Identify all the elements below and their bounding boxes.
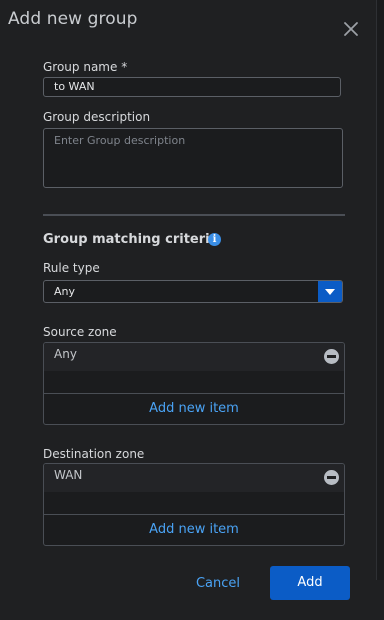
source-zone-list: Any Add new item xyxy=(43,342,345,425)
chevron-down-icon[interactable] xyxy=(318,281,342,302)
group-name-label: Group name * xyxy=(43,60,128,74)
remove-icon[interactable] xyxy=(324,470,339,485)
source-zone-add-button[interactable]: Add new item xyxy=(44,393,344,424)
destination-zone-label: Destination zone xyxy=(43,447,145,461)
rule-type-value: Any xyxy=(54,285,76,298)
source-zone-label: Source zone xyxy=(43,325,117,339)
dialog-scrollbar[interactable] xyxy=(376,0,384,580)
destination-zone-list: WAN Add new item xyxy=(43,463,345,546)
group-name-input[interactable]: to WAN xyxy=(43,77,341,97)
remove-icon[interactable] xyxy=(324,349,339,364)
destination-zone-item-label: WAN xyxy=(54,468,83,482)
info-icon[interactable]: i xyxy=(208,233,221,246)
destination-zone-item: WAN xyxy=(44,464,344,492)
cancel-button[interactable]: Cancel xyxy=(186,567,250,600)
criteria-title: Group matching criteria xyxy=(43,232,219,247)
group-description-textarea[interactable]: Enter Group description xyxy=(43,128,343,188)
destination-zone-add-button[interactable]: Add new item xyxy=(44,514,344,545)
group-description-label: Group description xyxy=(43,110,151,124)
dialog-title: Add new group xyxy=(8,9,138,29)
add-button[interactable]: Add xyxy=(270,566,350,600)
source-zone-item: Any xyxy=(44,343,344,371)
rule-type-select[interactable]: Any xyxy=(43,280,343,303)
close-icon[interactable] xyxy=(342,20,360,38)
rule-type-label: Rule type xyxy=(43,261,100,275)
source-zone-item-label: Any xyxy=(54,347,77,361)
section-divider xyxy=(43,214,345,216)
add-group-dialog: Add new group Group name * to WAN Group … xyxy=(0,0,384,620)
